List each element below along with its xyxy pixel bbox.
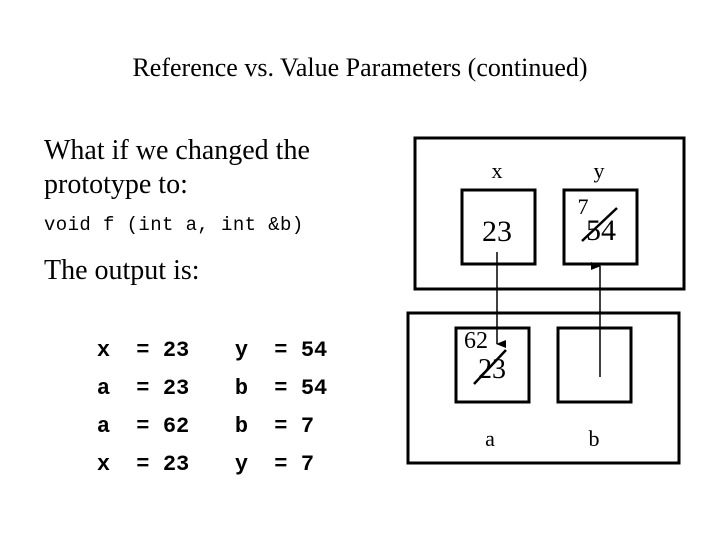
param-box-b: [556, 326, 633, 404]
var-value-x: 23: [482, 215, 512, 248]
var-label-x: x: [492, 158, 503, 183]
callee-frame: [406, 311, 681, 465]
caller-frame: [413, 136, 686, 291]
var-y-old-value: 54: [586, 214, 616, 247]
param-a-old-value: 23: [478, 354, 506, 385]
param-label-b: b: [589, 426, 600, 451]
var-label-y: y: [594, 158, 605, 183]
memory-diagram: x y 23 7 54 62 23 a b: [406, 136, 686, 465]
param-label-a: a: [485, 426, 495, 451]
param-a-new-value: 62: [464, 328, 488, 354]
